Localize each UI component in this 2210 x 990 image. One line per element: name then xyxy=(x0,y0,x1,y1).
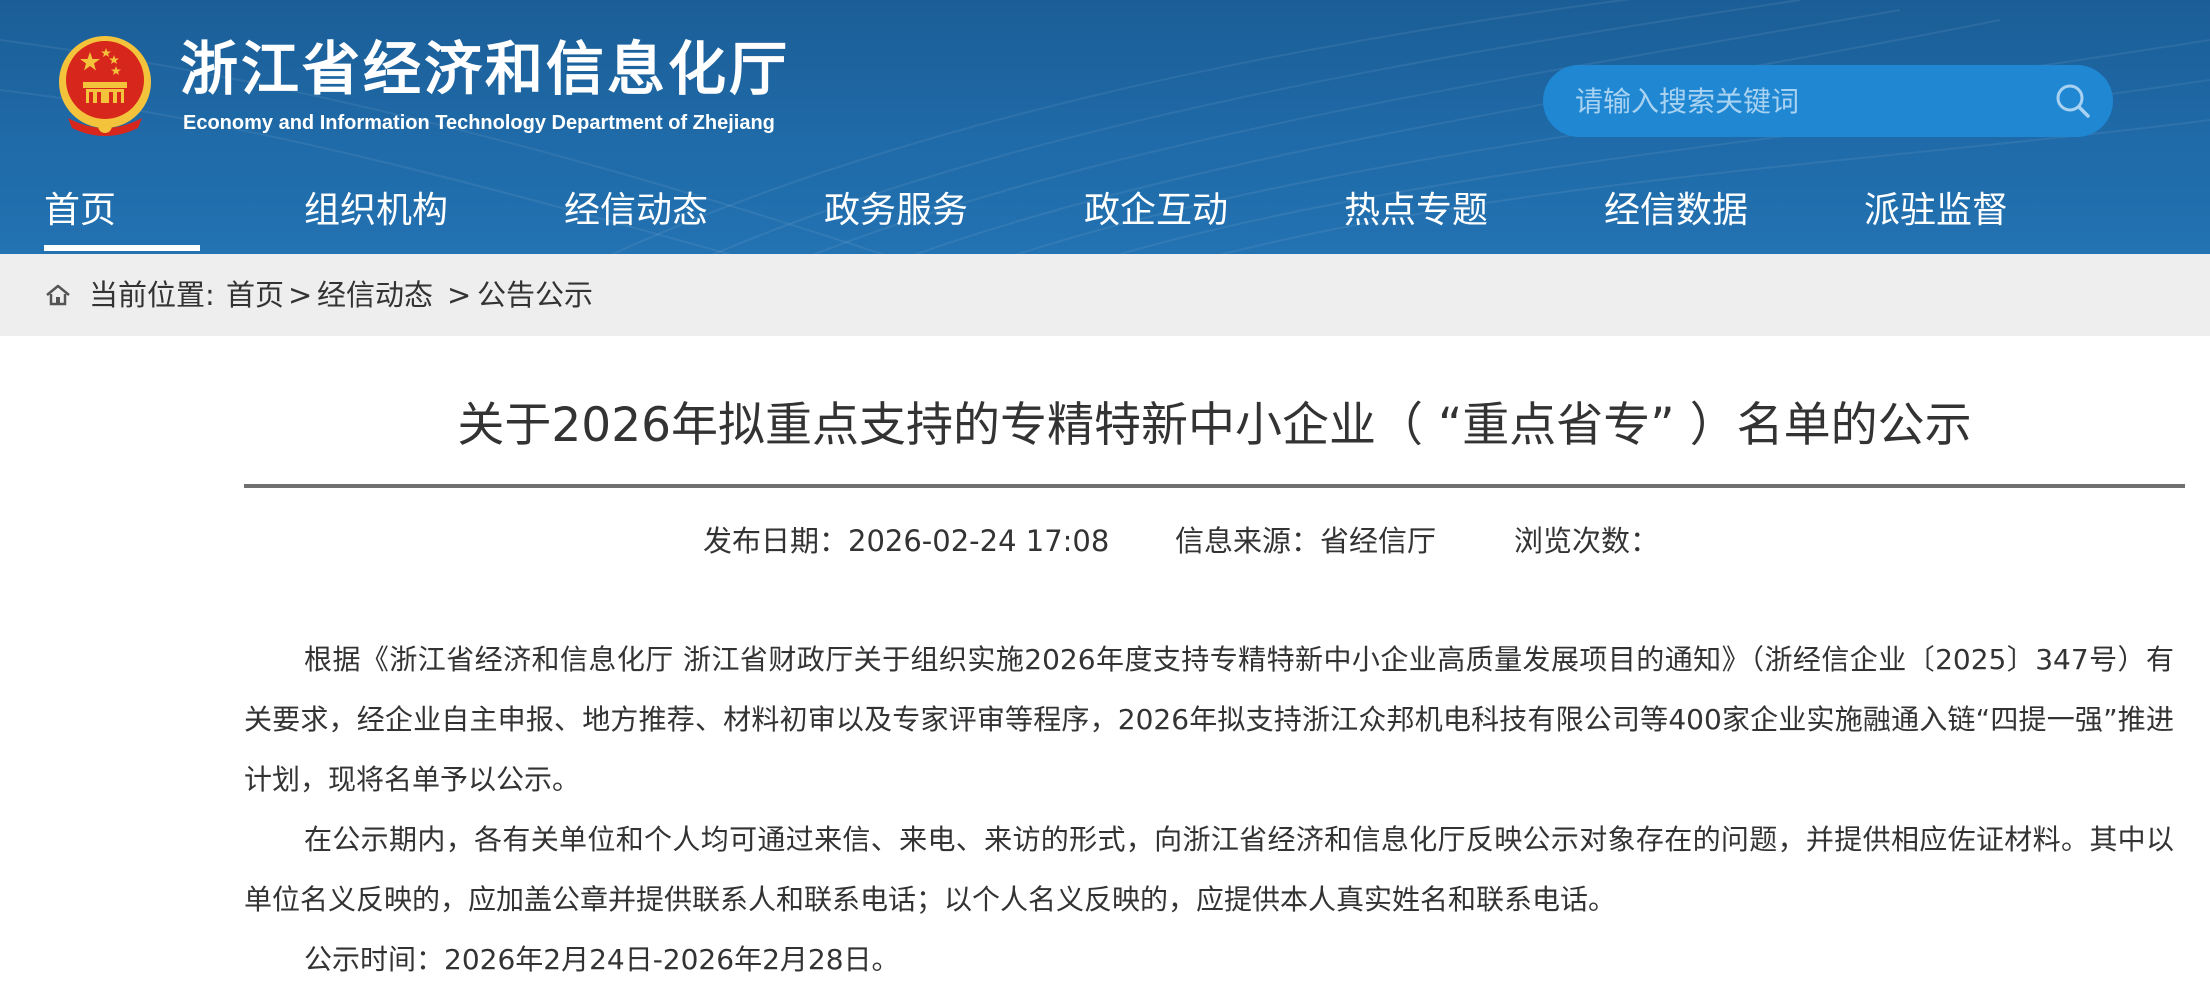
article-paragraph: 根据《浙江省经济和信息化厅 浙江省财政厅关于组织实施2026年度支持专精特新中小… xyxy=(244,643,2174,796)
article-paragraph: 公示时间：2026年2月24日-2026年2月28日。 xyxy=(304,943,900,976)
breadcrumb-prefix: 当前位置: xyxy=(89,278,215,312)
national-emblem-icon xyxy=(59,36,151,136)
publish-date: 发布日期：2026-02-24 17:08 xyxy=(703,524,1110,558)
breadcrumb-separator: > xyxy=(447,278,472,312)
breadcrumb-section-link[interactable]: 经信动态 xyxy=(317,254,433,336)
search-box xyxy=(1543,65,2113,137)
nav-item-data[interactable]: 经信数据 xyxy=(1604,176,1748,254)
breadcrumb-separator: > xyxy=(288,278,313,312)
breadcrumb-home-link[interactable]: 首页 xyxy=(226,254,284,336)
article-paragraph: 在公示期内，各有关单位和个人均可通过来信、来电、来访的形式，向浙江省经济和信息化… xyxy=(244,823,2174,916)
breadcrumb-current-link[interactable]: 公告公示 xyxy=(477,254,593,336)
title-divider xyxy=(244,484,2185,488)
nav-item-organization[interactable]: 组织机构 xyxy=(304,176,448,254)
search-input[interactable] xyxy=(1543,65,2033,137)
nav-item-home[interactable]: 首页 xyxy=(44,176,116,254)
nav-active-indicator xyxy=(44,245,200,251)
breadcrumb: 当前位置: 首页 > 经信动态 > 公告公示 xyxy=(0,254,2210,336)
info-source: 信息来源：省经信厅 xyxy=(1175,524,1437,558)
home-icon xyxy=(46,284,70,306)
nav-item-interaction[interactable]: 政企互动 xyxy=(1084,176,1228,254)
site-name-english: Economy and Information Technology Depar… xyxy=(183,112,775,134)
view-count: 浏览次数： xyxy=(1514,524,1660,558)
nav-item-news[interactable]: 经信动态 xyxy=(564,176,708,254)
nav-item-topics[interactable]: 热点专题 xyxy=(1344,176,1488,254)
site-name-chinese: 浙江省经济和信息化厅 xyxy=(180,35,791,103)
nav-item-supervision[interactable]: 派驻监督 xyxy=(1864,176,2008,254)
article-title: 关于2026年拟重点支持的专精特新中小企业（ “重点省专” ）名单的公示 xyxy=(457,398,1972,453)
site-header: 浙江省经济和信息化厅 Economy and Information Techn… xyxy=(0,0,2210,254)
search-icon xyxy=(2056,84,2090,118)
search-button[interactable] xyxy=(2033,65,2113,137)
main-nav: 首页 组织机构 经信动态 政务服务 政企互动 热点专题 经信数据 派驻监督 xyxy=(0,176,2210,254)
nav-item-government-services[interactable]: 政务服务 xyxy=(824,176,968,254)
